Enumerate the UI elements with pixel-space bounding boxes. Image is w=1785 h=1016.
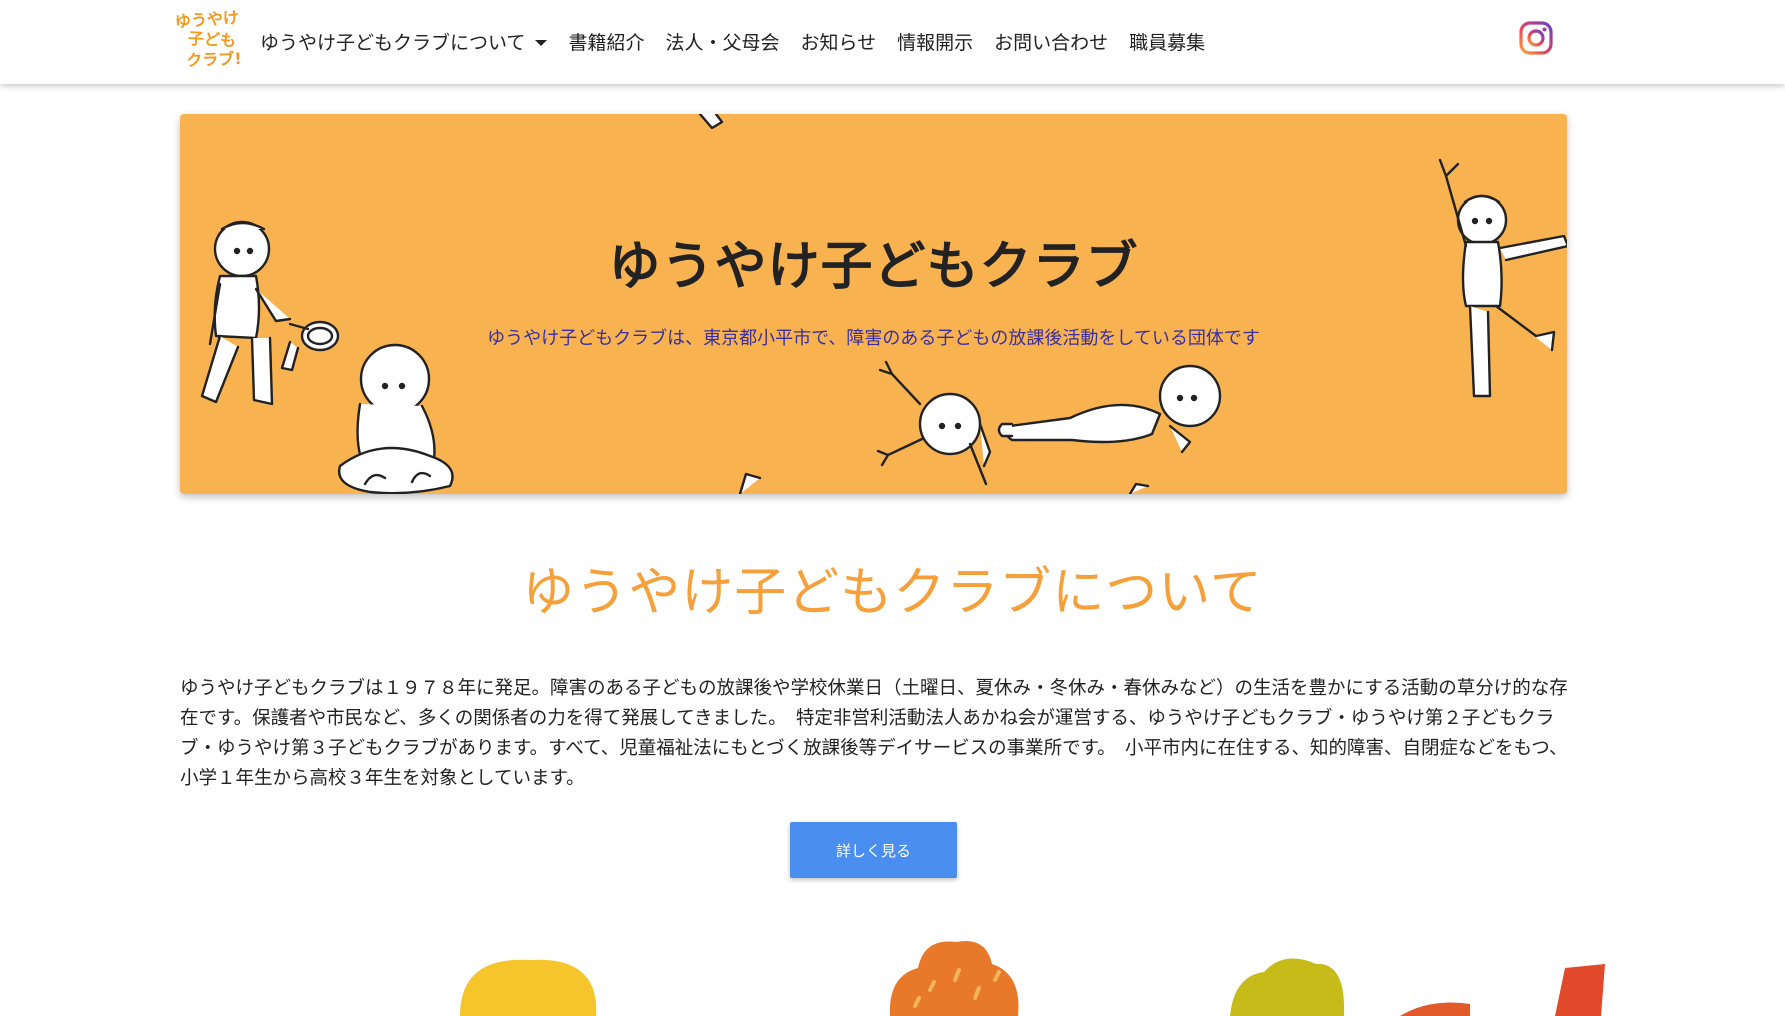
hero-title: ゆうやけ子どもクラブ [608,237,1139,297]
nav-item-about-label: ゆうやけ子どもクラブについて [260,31,526,54]
logo-line-3: クラブ! [186,49,242,70]
children-illustration [200,114,1567,494]
instagram-icon[interactable] [1518,20,1554,56]
top-navbar: ゆうやけ 子ども クラブ! ゆうやけ子どもクラブについて 書籍紹介 法人・父母会… [0,0,1785,84]
red-tree-shape [1400,1002,1470,1016]
nav-item-news[interactable]: お知らせ [800,28,876,55]
nav-item-books[interactable]: 書籍紹介 [568,28,644,55]
olive-tree-shape [1230,958,1345,1016]
yellow-tree-shape [460,959,597,1016]
chevron-down-icon [535,40,548,46]
logo-line-2: 子ども [187,28,237,51]
hero-subtitle: ゆうやけ子どもクラブは、東京都小平市で、障害のある子どもの放課後活動をしている団… [487,328,1260,349]
read-more-button[interactable]: 詳しく見る [790,822,957,878]
orange-tree-shape [889,940,1019,1016]
about-description: ゆうやけ子どもクラブは１９７８年に発足。障害のある子どもの放課後や学校休業日（土… [180,678,1568,789]
nav-item-recruit[interactable]: 職員募集 [1129,28,1205,55]
nav-item-disclosure[interactable]: 情報開示 [897,28,973,55]
nav-item-corporation[interactable]: 法人・父母会 [665,28,779,55]
nav-menu: ゆうやけ子どもクラブについて 書籍紹介 法人・父母会 お知らせ 情報開示 お問い… [260,24,1226,58]
about-section-title: ゆうやけ子どもクラブについて [522,563,1263,623]
hero-banner: ゆうやけ子どもクラブ ゆうやけ子どもクラブは、東京都小平市で、障害のある子どもの… [180,114,1567,494]
tree-decorations [460,940,1605,1016]
nav-item-about[interactable]: ゆうやけ子どもクラブについて [260,28,548,55]
nav-item-contact[interactable]: お問い合わせ [994,28,1108,55]
red-flag-shape [1555,964,1605,1016]
site-logo[interactable]: ゆうやけ 子ども クラブ! [174,8,244,72]
